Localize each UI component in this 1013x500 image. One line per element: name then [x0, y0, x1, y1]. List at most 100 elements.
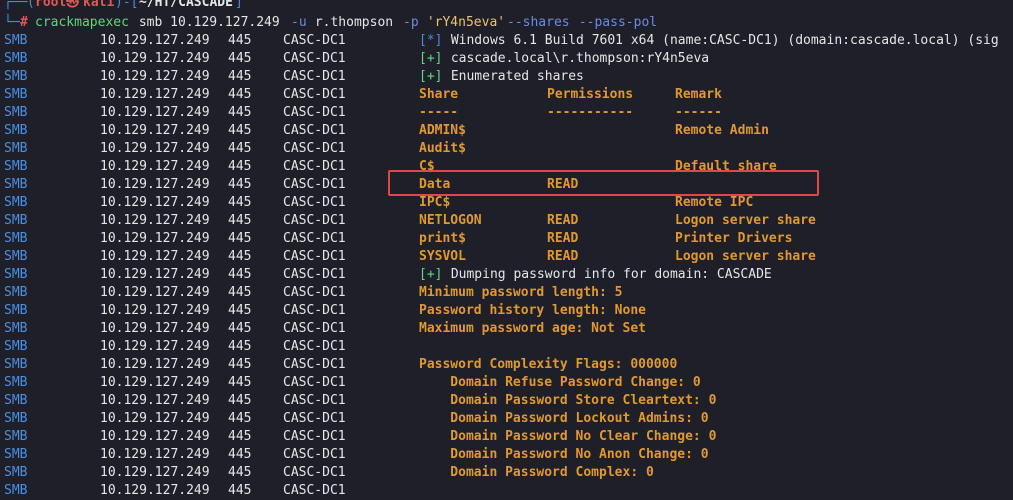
smb-proto-label: SMB: [4, 141, 28, 156]
output-line: SMB 10.129.127.249 445 CASC-DC1 SYSVOL READ Lo…: [0, 248, 1013, 266]
prompt-header-line: ┌──(root ㉿ kali)-[~/HT/CASCADE]: [0, 0, 1013, 12]
status-marker-success: [+]: [419, 69, 443, 84]
output-line: SMB 10.129.127.249 445 CASC-DC1 C$ Default sh…: [0, 158, 1013, 176]
output-line: SMB 10.129.127.249 445 CASC-DC1 [*] Windows …: [0, 32, 1013, 50]
command-password: 'rY4n5eva': [419, 15, 513, 30]
share-name: SYSVOL: [419, 249, 466, 264]
smb-ip: 10.129.127.249: [100, 267, 210, 282]
smb-port: 445: [228, 393, 252, 408]
smb-proto-label: SMB: [4, 51, 28, 66]
smb-hostname: CASC-DC1: [283, 249, 346, 264]
prompt-corner-top: ┌──: [4, 0, 28, 10]
command-user: r.thompson: [307, 15, 401, 30]
smb-ip: 10.129.127.249: [100, 213, 210, 228]
command-line[interactable]: └─ # crackmapexec smb 10.129.127.249 -u r.…: [0, 14, 1013, 32]
smb-hostname: CASC-DC1: [283, 285, 346, 300]
smb-hostname: CASC-DC1: [283, 393, 346, 408]
smb-hostname: CASC-DC1: [283, 213, 346, 228]
terminal-window[interactable]: ┌──(root ㉿ kali)-[~/HT/CASCADE] └─ # crackma…: [0, 0, 1013, 500]
smb-proto-label: SMB: [4, 267, 28, 282]
smb-hostname: CASC-DC1: [283, 303, 346, 318]
output-line: SMB 10.129.127.249 445 CASC-DC1 ----- -------…: [0, 104, 1013, 122]
smb-port: 445: [228, 177, 252, 192]
output-line: SMB 10.129.127.249 445 CASC-DC1 NETLOGON READ…: [0, 212, 1013, 230]
output-line: SMB 10.129.127.249 445 CASC-DC1 IPC$ Remote I…: [0, 194, 1013, 212]
smb-proto-label: SMB: [4, 339, 28, 354]
smb-proto-label: SMB: [4, 159, 28, 174]
share-name: IPC$: [419, 195, 451, 210]
smb-hostname: CASC-DC1: [283, 411, 346, 426]
command-pass-flag: -p: [403, 15, 419, 30]
smb-ip: 10.129.127.249: [100, 159, 210, 174]
password-policy-text: Domain Password No Anon Change: 0: [419, 447, 709, 462]
smb-proto-label: SMB: [4, 195, 28, 210]
smb-port: 445: [228, 357, 252, 372]
output-line: SMB 10.129.127.249 445 CASC-DC1 Audit$: [0, 140, 1013, 158]
smb-port: 445: [228, 465, 252, 480]
smb-proto-label: SMB: [4, 375, 28, 390]
smb-hostname: CASC-DC1: [283, 195, 346, 210]
smb-proto-label: SMB: [4, 483, 28, 498]
smb-proto-label: SMB: [4, 69, 28, 84]
prompt-at-symbol: ㉿: [66, 0, 80, 10]
smb-ip: 10.129.127.249: [100, 285, 210, 300]
share-permission: READ: [547, 231, 579, 246]
smb-hostname: CASC-DC1: [283, 465, 346, 480]
share-name: Share: [419, 87, 459, 102]
output-line: SMB 10.129.127.249 445 CASC-DC1: [0, 482, 1013, 500]
smb-proto-label: SMB: [4, 87, 28, 102]
share-name: C$: [419, 159, 435, 174]
share-permission: Permissions: [547, 87, 634, 102]
share-name: Data: [419, 177, 451, 192]
output-line: SMB 10.129.127.249 445 CASC-DC1 [+] Enumerat…: [0, 68, 1013, 86]
smb-hostname: CASC-DC1: [283, 177, 346, 192]
prompt-hash: #: [20, 15, 28, 30]
password-policy-text: Domain Password Lockout Admins: 0: [419, 411, 709, 426]
share-remark: Printer Drivers: [675, 231, 793, 246]
output-line: SMB 10.129.127.249 445 CASC-DC1: [0, 338, 1013, 356]
smb-hostname: CASC-DC1: [283, 69, 346, 84]
share-remark: ------: [675, 105, 722, 120]
smb-proto-label: SMB: [4, 411, 28, 426]
smb-port: 445: [228, 87, 252, 102]
share-remark: Default share: [675, 159, 777, 174]
smb-ip: 10.129.127.249: [100, 141, 210, 156]
output-line: SMB 10.129.127.249 445 CASC-DC1 Maximum pass…: [0, 320, 1013, 338]
output-line: SMB 10.129.127.249 445 CASC-DC1 [+] cascade.…: [0, 50, 1013, 68]
command-args: smb 10.129.127.249: [131, 15, 288, 30]
prompt-close-bracket: ]: [235, 0, 243, 10]
status-marker-success: [+]: [419, 267, 443, 282]
share-name: NETLOGON: [419, 213, 482, 228]
smb-ip: 10.129.127.249: [100, 447, 210, 462]
smb-port: 445: [228, 429, 252, 444]
output-line: SMB 10.129.127.249 445 CASC-DC1 Domain Pass…: [0, 392, 1013, 410]
smb-proto-label: SMB: [4, 303, 28, 318]
prompt-user: root: [35, 0, 67, 10]
smb-proto-label: SMB: [4, 357, 28, 372]
smb-proto-label: SMB: [4, 123, 28, 138]
share-name: Audit$: [419, 141, 466, 156]
password-policy-text: Password history length: None: [419, 303, 646, 318]
smb-hostname: CASC-DC1: [283, 231, 346, 246]
output-line: SMB 10.129.127.249 445 CASC-DC1 Domain Refu…: [0, 374, 1013, 392]
share-permission: READ: [547, 213, 579, 228]
share-remark: Remote IPC: [675, 195, 754, 210]
smb-proto-label: SMB: [4, 177, 28, 192]
share-permission: READ: [547, 177, 579, 192]
smb-hostname: CASC-DC1: [283, 339, 346, 354]
prompt-dash: )-[: [115, 0, 139, 10]
smb-port: 445: [228, 447, 252, 462]
output-line: SMB 10.129.127.249 445 CASC-DC1 Domain Pass…: [0, 446, 1013, 464]
share-remark: Logon server share: [675, 249, 816, 264]
smb-port: 445: [228, 303, 252, 318]
smb-port: 445: [228, 123, 252, 138]
smb-hostname: CASC-DC1: [283, 267, 346, 282]
share-remark: Remote Admin: [675, 123, 769, 138]
smb-hostname: CASC-DC1: [283, 447, 346, 462]
prompt-host: kali: [83, 0, 115, 10]
smb-port: 445: [228, 51, 252, 66]
output-line: SMB 10.129.127.249 445 CASC-DC1 Data READ: [0, 176, 1013, 194]
smb-port: 445: [228, 411, 252, 426]
share-permission: -----------: [547, 105, 634, 120]
smb-proto-label: SMB: [4, 447, 28, 462]
